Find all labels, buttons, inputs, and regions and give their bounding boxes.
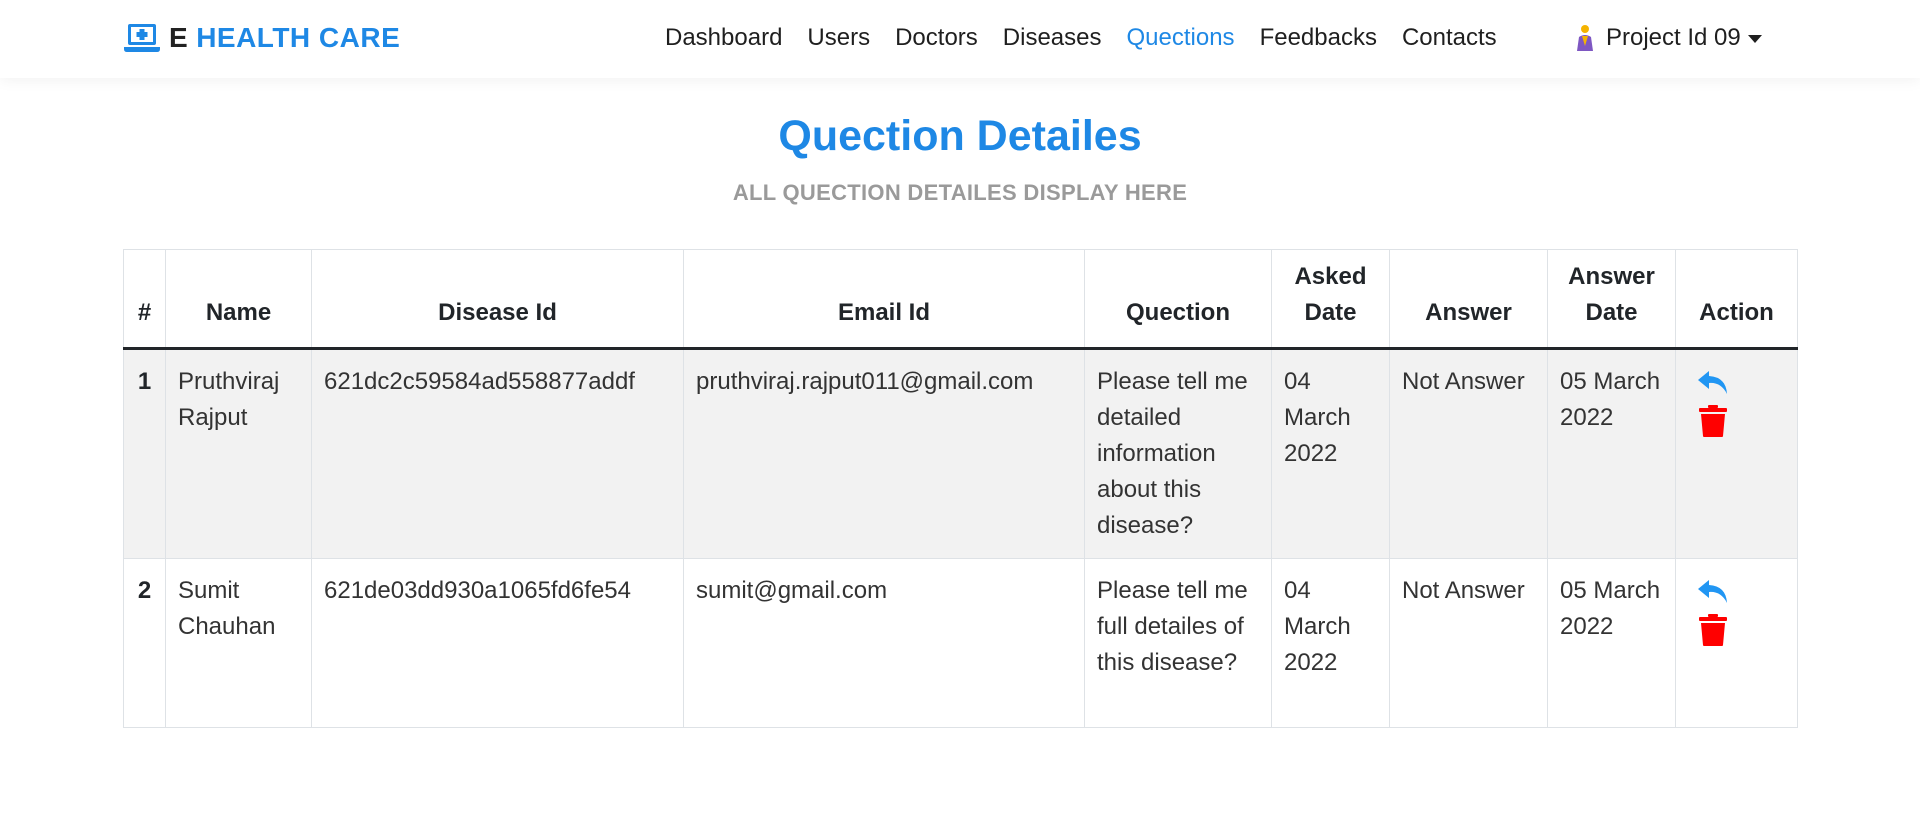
user-name-cell: Sumit Chauhan	[165, 558, 312, 728]
column-header-number: #	[123, 249, 166, 350]
chevron-down-icon	[1747, 35, 1762, 43]
email-cell: pruthviraj.rajput011@gmail.com	[683, 348, 1085, 559]
row-number: 2	[123, 558, 166, 728]
column-header-name: Name	[165, 249, 312, 350]
brand-prefix: E	[169, 22, 189, 53]
trash-icon[interactable]	[1696, 404, 1730, 438]
page-title: Quection Detailes	[778, 112, 1142, 160]
column-header-answer: Answer	[1389, 249, 1548, 350]
disease-id-cell: 621de03dd930a1065fd6fe54	[311, 558, 684, 728]
nav-item-feedbacks[interactable]: Feedbacks	[1260, 24, 1377, 52]
column-header-answer-date: Answer Date	[1547, 249, 1676, 350]
answer-date-cell: 05 March 2022	[1547, 558, 1676, 728]
action-cell	[1675, 348, 1798, 559]
answer-date-cell: 05 March 2022	[1547, 348, 1676, 559]
column-header-disease-id: Disease Id	[311, 249, 684, 350]
user-avatar-icon	[1577, 25, 1593, 51]
nav-item-quections[interactable]: Quections	[1127, 24, 1235, 52]
asked-date-cell: 04 March 2022	[1271, 348, 1390, 559]
laptop-medical-icon	[124, 24, 160, 52]
nav-item-dashboard[interactable]: Dashboard	[665, 24, 782, 52]
answer-cell: Not Answer	[1389, 348, 1548, 559]
trash-icon[interactable]	[1696, 613, 1730, 647]
brand-logo[interactable]: E HEALTH CARE	[123, 20, 400, 56]
nav-item-doctors[interactable]: Doctors	[895, 24, 978, 52]
action-cell	[1675, 558, 1798, 728]
nav-item-contacts[interactable]: Contacts	[1402, 24, 1497, 52]
questions-table: # Name Disease Id Email Id Quection Aske…	[123, 249, 1798, 728]
row-number: 1	[123, 348, 166, 559]
project-label: Project Id 09	[1606, 24, 1741, 51]
table-row: 1 Pruthviraj Rajput 621dc2c59584ad558877…	[123, 348, 1798, 559]
answer-cell: Not Answer	[1389, 558, 1548, 728]
reply-icon[interactable]	[1696, 575, 1730, 609]
page-subtitle: ALL QUECTION DETAILES DISPLAY HERE	[732, 180, 1188, 205]
top-navbar: E HEALTH CARE Dashboard Users Doctors Di…	[0, 0, 1920, 78]
question-cell: Please tell me full detailes of this dis…	[1084, 558, 1272, 728]
column-header-action: Action	[1675, 249, 1798, 350]
email-cell: sumit@gmail.com	[683, 558, 1085, 728]
user-name-cell: Pruthviraj Rajput	[165, 348, 312, 559]
table-row: 2 Sumit Chauhan 621de03dd930a1065fd6fe54…	[123, 558, 1798, 728]
column-header-email-id: Email Id	[683, 249, 1085, 350]
brand-name: HEALTH CARE	[196, 22, 401, 53]
table-header: # Name Disease Id Email Id Quection Aske…	[123, 249, 1798, 350]
nav-item-users[interactable]: Users	[807, 24, 870, 52]
question-cell: Please tell me detailed information abou…	[1084, 348, 1272, 559]
nav-item-diseases[interactable]: Diseases	[1003, 24, 1102, 52]
column-header-quection: Quection	[1084, 249, 1272, 350]
disease-id-cell: 621dc2c59584ad558877addf	[311, 348, 684, 559]
reply-icon[interactable]	[1696, 366, 1730, 400]
main-nav: Dashboard Users Doctors Diseases Quectio…	[665, 20, 1522, 56]
project-dropdown[interactable]: Project Id 09	[1574, 20, 1762, 56]
asked-date-cell: 04 March 2022	[1271, 558, 1390, 728]
column-header-asked-date: Asked Date	[1271, 249, 1390, 350]
